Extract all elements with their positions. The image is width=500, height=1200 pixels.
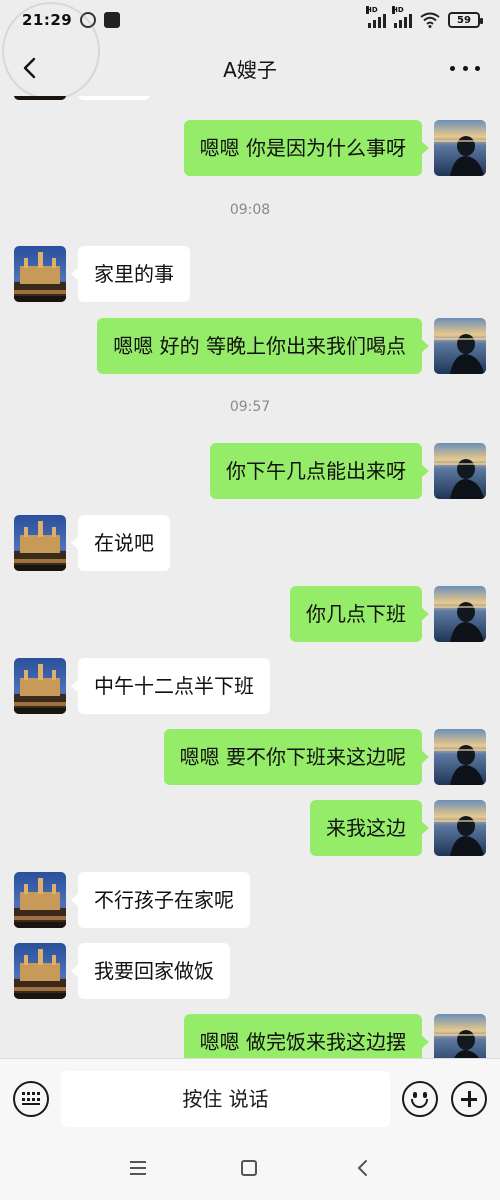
keyboard-toggle-button[interactable] bbox=[13, 1081, 49, 1117]
back-button[interactable] bbox=[16, 54, 44, 82]
battery-icon: 59 bbox=[448, 12, 483, 28]
message-bubble[interactable]: 在说吧 bbox=[71, 515, 170, 571]
input-bar: 按住 说话 bbox=[0, 1058, 500, 1138]
contact-avatar[interactable] bbox=[14, 246, 66, 302]
my-avatar[interactable] bbox=[434, 586, 486, 642]
my-avatar[interactable] bbox=[434, 729, 486, 785]
wifi-icon bbox=[420, 12, 440, 28]
signal-icon: HD bbox=[366, 6, 386, 28]
my-avatar[interactable] bbox=[434, 1014, 486, 1058]
keyboard-icon bbox=[22, 1092, 40, 1106]
message-bubble[interactable] bbox=[78, 96, 150, 100]
message-bubble[interactable]: 你几点下班 bbox=[290, 586, 429, 642]
hold-to-talk-button[interactable]: 按住 说话 bbox=[61, 1071, 390, 1127]
menu-icon bbox=[130, 1161, 146, 1163]
emoji-button[interactable] bbox=[402, 1081, 438, 1117]
contact-avatar[interactable] bbox=[14, 658, 66, 714]
recent-apps-button[interactable] bbox=[130, 1161, 146, 1175]
more-dots-icon bbox=[450, 65, 455, 71]
message-bubble[interactable]: 嗯嗯 要不你下班来这边呢 bbox=[163, 729, 430, 785]
emoji-icon bbox=[413, 1092, 417, 1098]
message-list[interactable]: 嗯嗯 你是因为什么事呀 09:08 家里的事 嗯嗯 好的 等晚上你出来我们喝点 … bbox=[0, 96, 500, 1058]
contact-avatar[interactable] bbox=[14, 943, 66, 999]
plus-button[interactable] bbox=[451, 1081, 487, 1117]
network-label: HD bbox=[366, 6, 378, 14]
chat-title: A嫂子 bbox=[223, 57, 277, 82]
nav-back-button[interactable] bbox=[355, 1159, 369, 1177]
status-time: 21:29 bbox=[22, 11, 73, 29]
contact-avatar[interactable] bbox=[14, 515, 66, 571]
message-timestamp: 09:57 bbox=[229, 399, 271, 415]
message-timestamp: 09:08 bbox=[229, 202, 271, 218]
message-bubble[interactable]: 嗯嗯 做完饭来我这边摆 bbox=[183, 1014, 430, 1058]
my-avatar[interactable] bbox=[434, 443, 486, 499]
signal-icon-2: HD bbox=[392, 6, 412, 28]
message-bubble[interactable]: 嗯嗯 好的 等晚上你出来我们喝点 bbox=[97, 318, 429, 374]
message-bubble[interactable]: 家里的事 bbox=[71, 246, 190, 302]
my-avatar[interactable] bbox=[434, 120, 486, 176]
home-button[interactable] bbox=[241, 1160, 257, 1176]
message-bubble[interactable]: 你下午几点能出来呀 bbox=[210, 443, 429, 499]
chat-header: A嫂子 bbox=[0, 40, 500, 96]
network-label-2: HD bbox=[392, 6, 404, 14]
status-bar: 21:29 HD HD 59 bbox=[0, 0, 500, 40]
my-avatar[interactable] bbox=[434, 800, 486, 856]
alarm-icon bbox=[80, 12, 97, 28]
app-notification-icon bbox=[104, 12, 121, 28]
contact-avatar[interactable] bbox=[14, 872, 66, 928]
back-arrow-icon bbox=[23, 57, 36, 79]
message-bubble[interactable]: 嗯嗯 你是因为什么事呀 bbox=[183, 120, 430, 176]
system-nav-bar bbox=[0, 1138, 500, 1200]
battery-level: 59 bbox=[457, 14, 471, 26]
contact-avatar[interactable] bbox=[14, 96, 66, 100]
message-bubble[interactable]: 来我这边 bbox=[310, 800, 429, 856]
more-button[interactable] bbox=[450, 54, 480, 82]
message-bubble[interactable]: 中午十二点半下班 bbox=[71, 658, 270, 714]
message-bubble[interactable]: 我要回家做饭 bbox=[71, 943, 230, 999]
my-avatar[interactable] bbox=[434, 318, 486, 374]
message-bubble[interactable]: 不行孩子在家呢 bbox=[71, 872, 250, 928]
